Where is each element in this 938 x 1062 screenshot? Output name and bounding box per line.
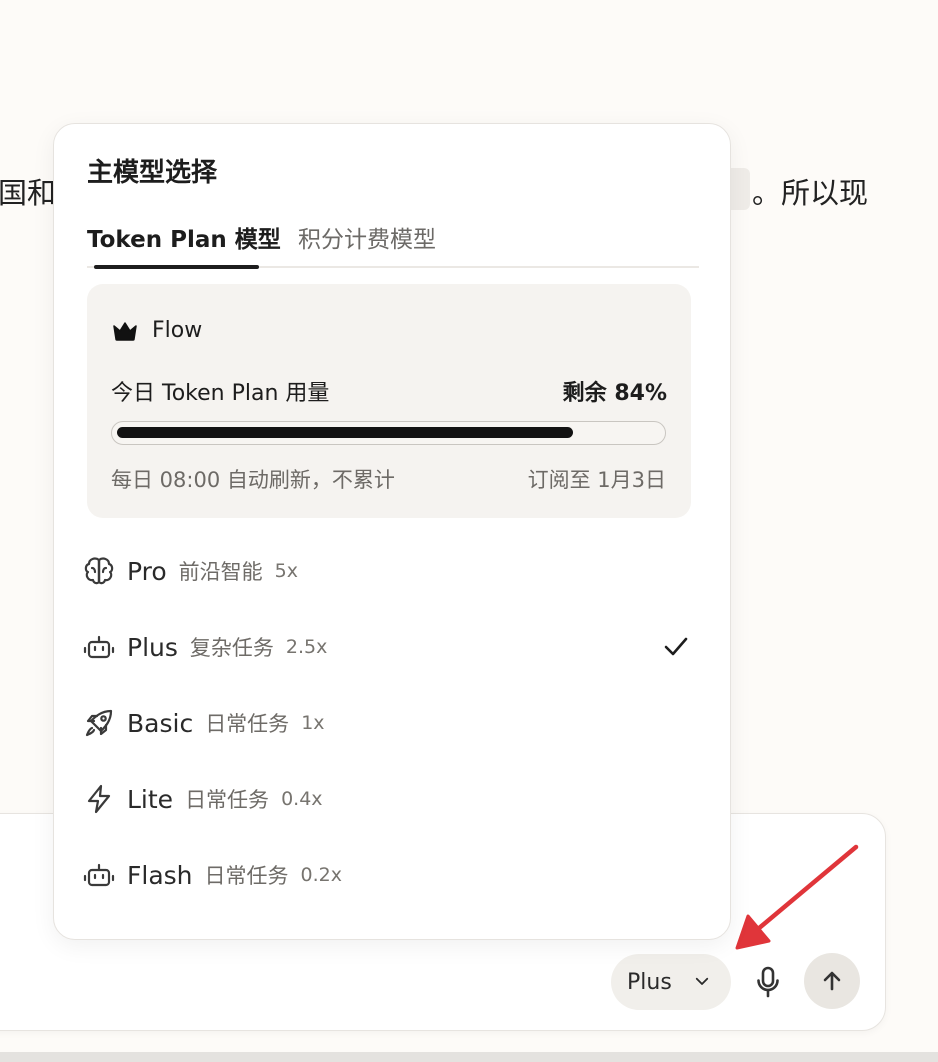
- background-text-left-top: 国和: [0, 176, 57, 210]
- plan-name: Flow: [152, 318, 203, 343]
- rocket-icon: [82, 706, 116, 740]
- chevron-down-icon: [695, 977, 709, 985]
- tab-token-plan-models[interactable]: Token Plan 模型: [87, 220, 281, 254]
- model-multiplier: 1x: [301, 712, 325, 734]
- active-tab-indicator: [94, 265, 259, 269]
- brain-icon: [82, 554, 116, 588]
- background-text-left-mid: 。: [0, 572, 15, 614]
- plan-name-row: Flow: [112, 318, 202, 343]
- model-multiplier: 0.2x: [300, 864, 342, 886]
- usage-progress-fill: [117, 427, 573, 438]
- token-plan-usage-card: Flow 今日 Token Plan 用量 剩余 84% 每日 08:00 自动…: [87, 284, 691, 518]
- model-description: 日常任务: [205, 712, 290, 736]
- model-multiplier: 2.5x: [285, 636, 328, 658]
- window-bottom-edge: [0, 1052, 938, 1062]
- model-description: 日常任务: [185, 788, 270, 812]
- arrow-up-icon: [823, 971, 841, 991]
- popup-title: 主模型选择: [87, 158, 218, 188]
- model-description: 复杂任务: [189, 636, 274, 660]
- model-name: Flash: [127, 860, 193, 890]
- model-selector-label: Plus: [627, 969, 672, 995]
- refresh-note: 每日 08:00 自动刷新，不累计: [111, 468, 395, 492]
- model-name: Basic: [127, 708, 194, 738]
- subscription-note: 订阅至 1月3日: [527, 468, 666, 492]
- usage-label: 今日 Token Plan 用量: [111, 381, 330, 406]
- model-name: Plus: [127, 632, 178, 662]
- model-name: Pro: [127, 556, 167, 586]
- model-selection-popup: 主模型选择 Token Plan 模型 积分计费模型 Flow 今日 Token…: [53, 123, 731, 940]
- microphone-icon: [757, 966, 779, 998]
- model-multiplier: 0.4x: [281, 788, 323, 810]
- usage-remaining: 剩余 84%: [562, 381, 667, 406]
- model-name: Lite: [127, 784, 174, 814]
- model-selector-button[interactable]: Plus: [611, 954, 731, 1010]
- model-item-basic[interactable]: Basic 日常任务 1x: [82, 695, 702, 751]
- crown-icon: [113, 321, 137, 341]
- microphone-button[interactable]: [748, 962, 788, 1002]
- checkmark-icon: [664, 637, 688, 656]
- send-button[interactable]: [804, 953, 860, 1009]
- model-multiplier: 5x: [274, 560, 299, 582]
- usage-progress-bar: [111, 421, 666, 445]
- model-item-lite[interactable]: Lite 日常任务 0.4x: [82, 771, 702, 827]
- tab-credit-billing-models[interactable]: 积分计费模型: [298, 220, 436, 254]
- lightning-icon: [82, 782, 116, 816]
- robot-icon: [82, 630, 116, 664]
- background-text-right-top: 。所以现: [752, 176, 869, 210]
- model-item-flash[interactable]: Flash 日常任务 0.2x: [82, 847, 702, 903]
- robot-icon: [82, 858, 116, 892]
- model-item-plus[interactable]: Plus 复杂任务 2.5x: [82, 619, 702, 675]
- model-item-pro[interactable]: Pro 前沿智能 5x: [82, 543, 702, 599]
- model-description: 日常任务: [204, 864, 289, 888]
- model-description: 前沿智能: [178, 560, 263, 584]
